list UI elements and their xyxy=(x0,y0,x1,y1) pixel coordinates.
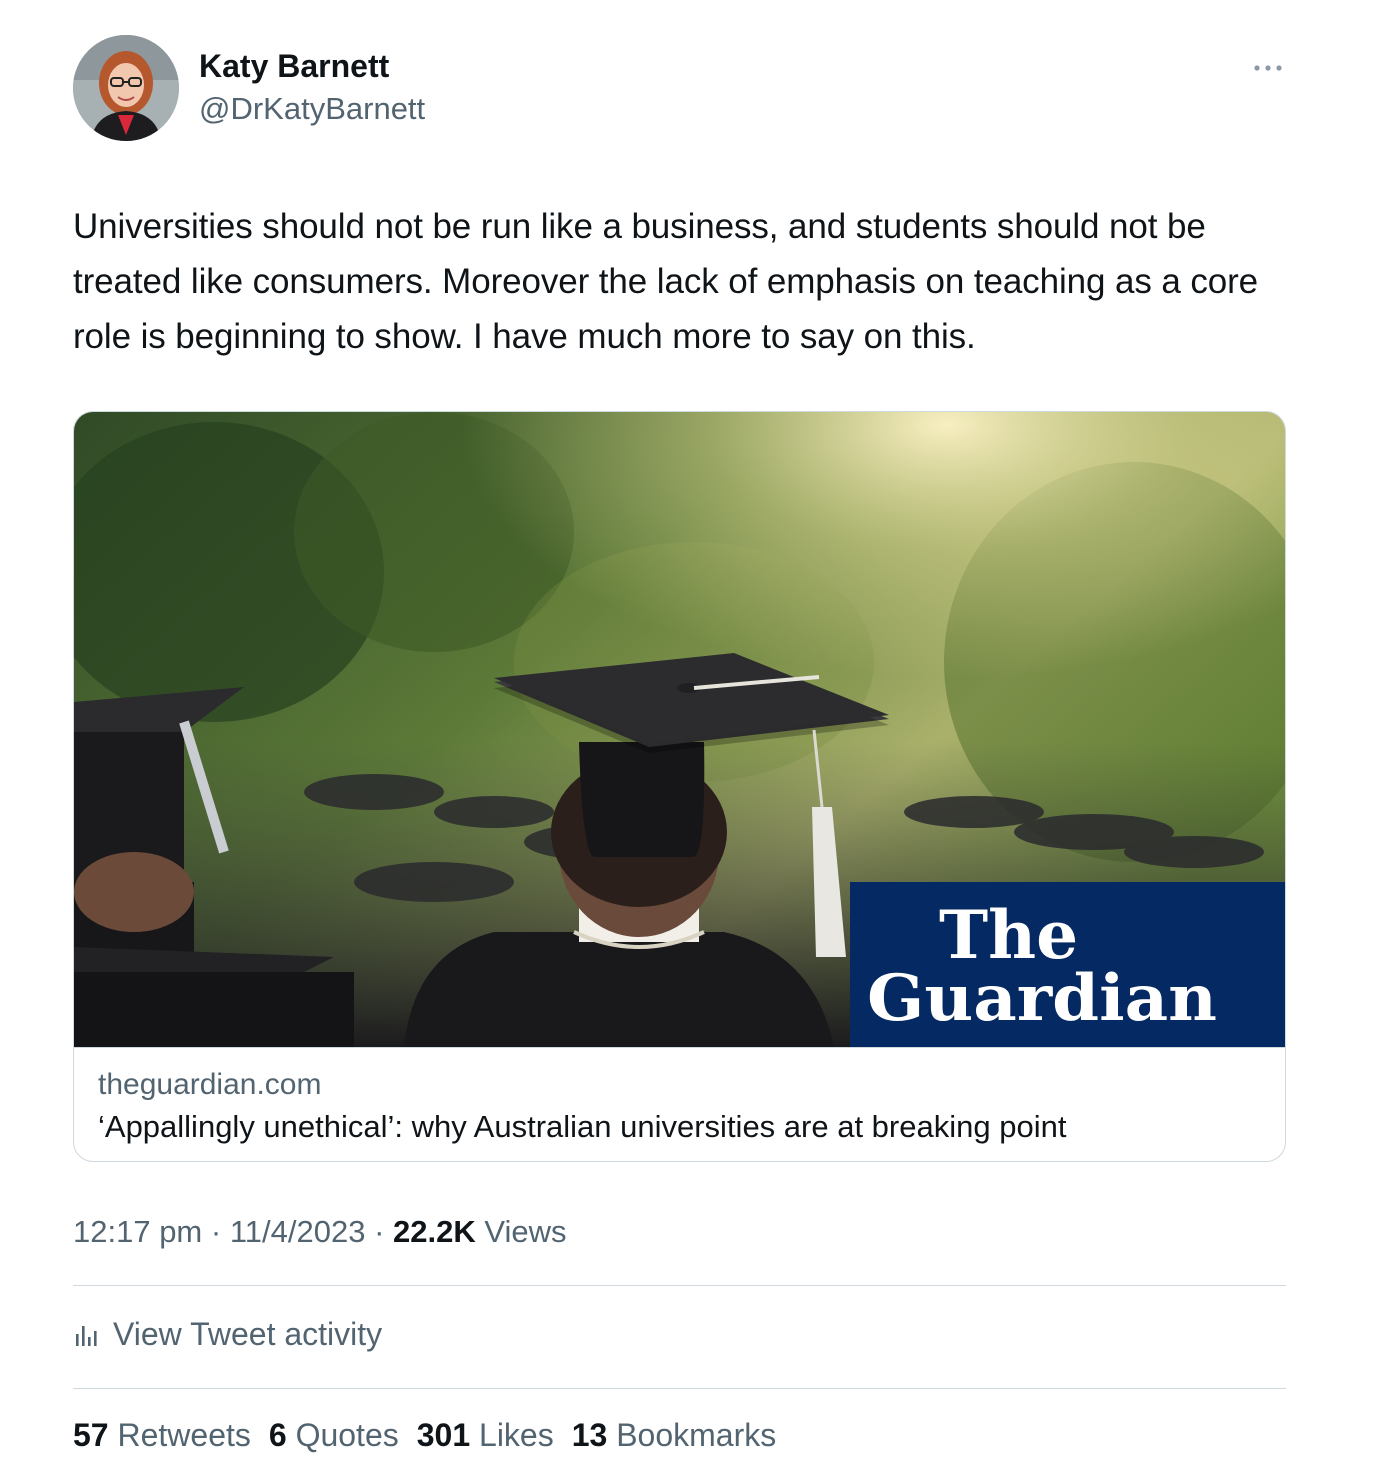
retweets-label: Retweets xyxy=(108,1417,251,1453)
link-card-image: The Guardian xyxy=(74,412,1285,1047)
more-options-icon xyxy=(1254,65,1282,71)
retweets-stat[interactable]: 57 Retweets xyxy=(73,1417,251,1454)
divider xyxy=(73,1285,1286,1286)
retweets-count: 57 xyxy=(73,1417,109,1453)
guardian-logo-line2: Guardian xyxy=(867,961,1217,1026)
avatar-image xyxy=(73,35,179,141)
likes-label: Likes xyxy=(470,1417,554,1453)
views-count: 22.2K xyxy=(393,1214,476,1249)
author-handle[interactable]: @DrKatyBarnett xyxy=(199,91,425,127)
link-card[interactable]: The Guardian theguardian.com ‘Appallingl… xyxy=(73,411,1286,1162)
guardian-logo: The Guardian xyxy=(867,896,1217,1026)
quotes-label: Quotes xyxy=(286,1417,399,1453)
view-tweet-activity-button[interactable]: View Tweet activity xyxy=(73,1314,382,1354)
guardian-logo-block: The Guardian xyxy=(850,882,1285,1047)
bookmarks-label: Bookmarks xyxy=(607,1417,777,1453)
likes-stat[interactable]: 301 Likes xyxy=(417,1417,554,1454)
link-card-domain: theguardian.com xyxy=(98,1068,322,1101)
quotes-stat[interactable]: 6 Quotes xyxy=(269,1417,399,1454)
bar-chart-icon xyxy=(76,1326,97,1346)
tweet-time[interactable]: 12:17 pm xyxy=(73,1214,202,1249)
link-card-title: ‘Appallingly unethical’: why Australian … xyxy=(98,1109,1067,1144)
meta-separator: · xyxy=(202,1214,230,1249)
tweet-timestamp: 12:17 pm · 11/4/2023 · 22.2K Views xyxy=(73,1214,567,1250)
quotes-count: 6 xyxy=(268,1417,287,1453)
tweet-text: Universities should not be run like a bu… xyxy=(73,207,1259,356)
tweet-date[interactable]: 11/4/2023 xyxy=(230,1214,366,1249)
view-tweet-activity-label: View Tweet activity xyxy=(113,1315,383,1352)
tweet-stats: 57 Retweets 6 Quotes 301 Likes 13 Bookma… xyxy=(73,1417,794,1454)
likes-count: 301 xyxy=(416,1417,471,1453)
bookmarks-stat[interactable]: 13 Bookmarks xyxy=(572,1417,777,1454)
bookmarks-count: 13 xyxy=(571,1417,608,1453)
views-label: Views xyxy=(475,1214,567,1249)
meta-separator: · xyxy=(365,1214,394,1249)
divider xyxy=(73,1388,1286,1389)
author-name[interactable]: Katy Barnett xyxy=(199,48,389,85)
author-avatar[interactable] xyxy=(73,35,179,141)
link-card-meta[interactable]: theguardian.com ‘Appallingly unethical’:… xyxy=(74,1047,1285,1161)
more-options-button[interactable] xyxy=(1248,50,1288,86)
